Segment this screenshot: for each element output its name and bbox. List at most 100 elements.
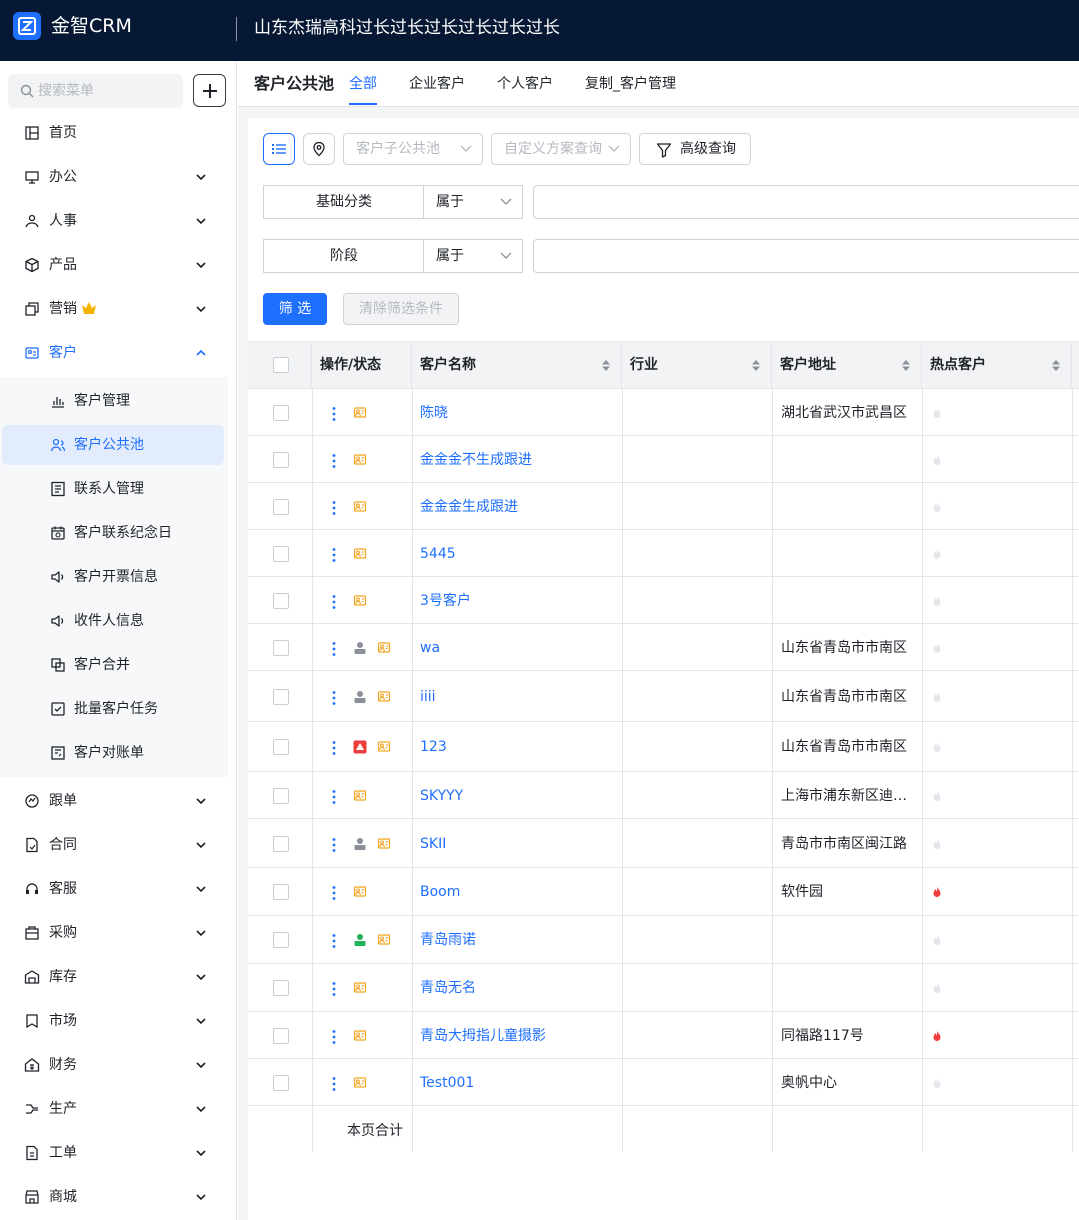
more-actions-icon[interactable] — [331, 981, 337, 997]
sidebar-item[interactable]: 产品 — [0, 243, 228, 287]
flame-icon[interactable] — [931, 407, 943, 419]
customer-name-link[interactable]: 5445 — [420, 544, 610, 564]
sidebar-subitem[interactable]: 客户开票信息 — [2, 557, 224, 597]
more-actions-icon[interactable] — [331, 933, 337, 949]
chevron-down-icon[interactable] — [195, 171, 207, 183]
chevron-down-icon[interactable] — [195, 1147, 207, 1159]
customer-name-link[interactable]: 青岛无名 — [420, 978, 610, 998]
sidebar-item[interactable]: 营销 — [0, 287, 228, 331]
hot-flame-icon[interactable] — [931, 1030, 943, 1042]
chevron-down-icon[interactable] — [195, 1103, 207, 1115]
customer-name-link[interactable]: 青岛大拇指儿童摄影 — [420, 1026, 610, 1046]
sidebar-item[interactable]: 办公 — [0, 155, 228, 199]
sort-icon[interactable] — [751, 359, 761, 372]
row-checkbox[interactable] — [273, 499, 289, 515]
sidebar-item[interactable]: 商城 — [0, 1175, 228, 1219]
more-actions-icon[interactable] — [331, 1029, 337, 1045]
table-row[interactable]: wa 山东省青岛市市南区 — [248, 624, 1079, 671]
table-row[interactable]: iiii 山东省青岛市市南区 — [248, 671, 1079, 722]
flame-icon[interactable] — [931, 691, 943, 703]
customer-name-link[interactable]: SKYYY — [420, 786, 610, 806]
filter-value-input[interactable] — [533, 185, 1079, 219]
filter-button[interactable]: 筛 选 — [263, 293, 327, 325]
sidebar-subitem[interactable]: 客户管理 — [2, 381, 224, 421]
flame-icon[interactable] — [931, 790, 943, 802]
table-row[interactable]: SKII 青岛市市南区闽江路 — [248, 819, 1079, 868]
custom-query-select[interactable]: 自定义方案查询 — [491, 133, 631, 165]
sort-icon[interactable] — [601, 359, 611, 372]
sidebar-item[interactable]: 跟单 — [0, 779, 228, 823]
table-row[interactable]: 陈晓 湖北省武汉市武昌区 — [248, 389, 1079, 436]
table-row[interactable]: Boom 软件园 — [248, 868, 1079, 916]
chevron-up-icon[interactable] — [195, 347, 207, 359]
sidebar-item[interactable]: 生产 — [0, 1087, 228, 1131]
tab-personal[interactable]: 个人客户 — [497, 74, 553, 94]
row-checkbox[interactable] — [273, 980, 289, 996]
table-row[interactable]: 5445 — [248, 530, 1079, 577]
customer-name-link[interactable]: 3号客户 — [420, 591, 610, 611]
customer-name-link[interactable]: 123 — [420, 737, 610, 757]
more-actions-icon[interactable] — [331, 789, 337, 805]
chevron-down-icon[interactable] — [195, 1191, 207, 1203]
tab-copy-customer-management[interactable]: 复制_客户管理 — [585, 74, 676, 94]
sidebar-item[interactable]: 首页 — [0, 111, 228, 155]
flame-icon[interactable] — [931, 501, 943, 513]
sidebar-subitem[interactable]: 客户对账单 — [2, 733, 224, 773]
row-checkbox[interactable] — [273, 932, 289, 948]
row-checkbox[interactable] — [273, 739, 289, 755]
customer-name-link[interactable]: 金金金不生成跟进 — [420, 450, 610, 470]
row-checkbox[interactable] — [273, 405, 289, 421]
chevron-down-icon[interactable] — [195, 259, 207, 271]
table-row[interactable]: 123 山东省青岛市市南区 — [248, 722, 1079, 772]
customer-name-link[interactable]: 金金金生成跟进 — [420, 497, 610, 517]
flame-icon[interactable] — [931, 934, 943, 946]
row-checkbox[interactable] — [273, 788, 289, 804]
more-actions-icon[interactable] — [331, 641, 337, 657]
table-row[interactable]: Test001 奥帆中心 — [248, 1059, 1079, 1106]
sort-icon[interactable] — [901, 359, 911, 372]
row-checkbox[interactable] — [273, 1028, 289, 1044]
sub-pool-select[interactable]: 客户子公共池 — [343, 133, 483, 165]
customer-name-link[interactable]: iiii — [420, 687, 610, 707]
row-checkbox[interactable] — [273, 884, 289, 900]
header-customer-name[interactable]: 客户名称 — [412, 342, 622, 388]
sidebar-subitem[interactable]: 批量客户任务 — [2, 689, 224, 729]
tab-all[interactable]: 全部 — [349, 74, 377, 94]
sidebar-subitem[interactable]: 联系人管理 — [2, 469, 224, 509]
flame-icon[interactable] — [931, 982, 943, 994]
customer-name-link[interactable]: 青岛雨诺 — [420, 930, 610, 950]
row-checkbox[interactable] — [273, 452, 289, 468]
sidebar-item[interactable]: 市场 — [0, 999, 228, 1043]
more-actions-icon[interactable] — [331, 594, 337, 610]
flame-icon[interactable] — [931, 548, 943, 560]
header-industry[interactable]: 行业 — [622, 342, 772, 388]
more-actions-icon[interactable] — [331, 885, 337, 901]
table-row[interactable]: 青岛无名 — [248, 964, 1079, 1012]
chevron-down-icon[interactable] — [195, 1015, 207, 1027]
header-hot-customer[interactable]: 热点客户 — [922, 342, 1072, 388]
sidebar-item[interactable]: 客户 — [0, 331, 228, 375]
customer-name-link[interactable]: wa — [420, 638, 610, 658]
filter-operator-select[interactable]: 属于 — [423, 239, 523, 273]
chevron-down-icon[interactable] — [195, 971, 207, 983]
chevron-down-icon[interactable] — [195, 927, 207, 939]
tab-enterprise[interactable]: 企业客户 — [409, 74, 465, 94]
table-row[interactable]: 青岛大拇指儿童摄影 同福路117号 — [248, 1012, 1079, 1059]
more-actions-icon[interactable] — [331, 740, 337, 756]
sidebar-item[interactable]: 库存 — [0, 955, 228, 999]
more-actions-icon[interactable] — [331, 500, 337, 516]
list-view-button[interactable] — [263, 133, 295, 165]
sidebar-item[interactable]: 客服 — [0, 867, 228, 911]
more-actions-icon[interactable] — [331, 453, 337, 469]
sidebar-item[interactable]: 合同 — [0, 823, 228, 867]
row-checkbox[interactable] — [273, 689, 289, 705]
sidebar-subitem[interactable]: 客户公共池 — [2, 425, 224, 465]
sort-icon[interactable] — [1051, 359, 1061, 372]
sidebar-subitem[interactable]: 客户联系纪念日 — [2, 513, 224, 553]
row-checkbox[interactable] — [273, 640, 289, 656]
menu-search[interactable] — [8, 74, 183, 108]
row-checkbox[interactable] — [273, 1075, 289, 1091]
hot-flame-icon[interactable] — [931, 886, 943, 898]
sidebar-item[interactable]: 人事 — [0, 199, 228, 243]
select-all-checkbox[interactable] — [273, 357, 289, 373]
